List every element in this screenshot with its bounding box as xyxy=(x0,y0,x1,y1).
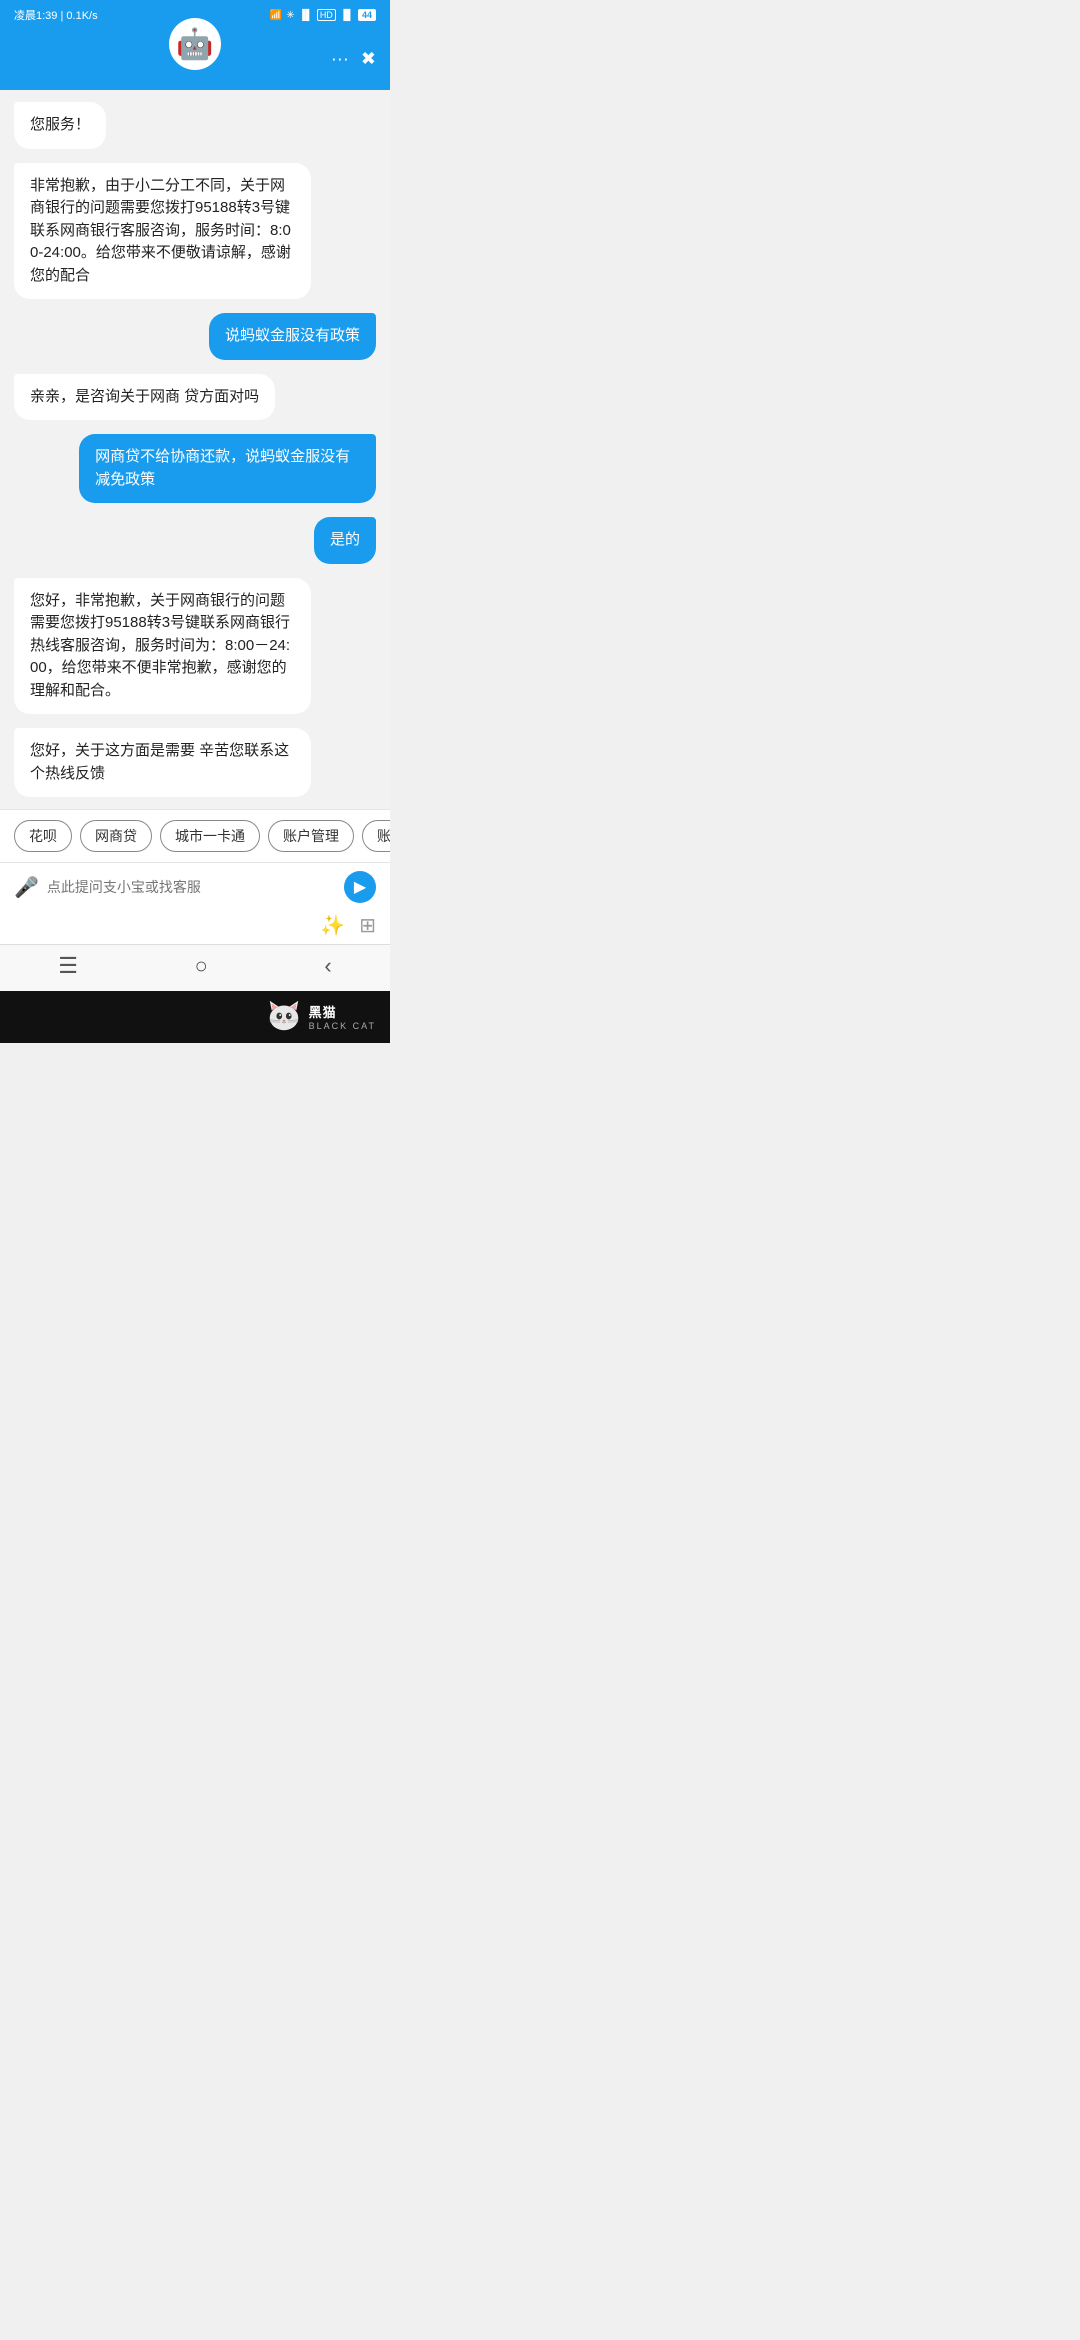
message-row: 您服务！ xyxy=(14,102,376,149)
status-time-speed: 凌晨1:39 | 0.1K/s xyxy=(14,7,98,23)
bluetooth-icon: ✳ xyxy=(286,10,294,21)
battery-level: 44 xyxy=(362,10,372,20)
quick-tags-row: 花呗网商贷城市一卡通账户管理账... xyxy=(0,809,390,862)
wifi-icon: 📶 xyxy=(270,10,282,21)
brand-text-container: 黑猫 BLACK CAT xyxy=(309,1002,376,1031)
chat-header: 🤖 ··· ✖ xyxy=(0,28,390,90)
nav-bar: ☰ ○ ‹ xyxy=(0,944,390,991)
hd-icon: HD xyxy=(317,9,336,21)
more-menu-button[interactable]: ··· xyxy=(331,49,349,70)
message-row: 您好，关于这方面是需要 辛苦您联系这个热线反馈 xyxy=(14,728,376,797)
menu-nav-button[interactable]: ☰ xyxy=(58,953,78,979)
bot-message-bubble: 您好，关于这方面是需要 辛苦您联系这个热线反馈 xyxy=(14,728,311,797)
input-area: 🎤 ▶ xyxy=(0,862,390,909)
quick-tag-5[interactable]: 账... xyxy=(362,820,390,852)
battery-indicator: 44 xyxy=(358,9,376,21)
extra-icons-row: ✨ ⊞ xyxy=(0,909,390,944)
message-row: 您好，非常抱歉，关于网商银行的问题需要您拨打95188转3号键联系网商银行热线客… xyxy=(14,578,376,715)
status-time: 凌晨1:39 xyxy=(14,10,57,22)
quick-tag-2[interactable]: 网商贷 xyxy=(80,820,152,852)
bot-message-bubble: 您服务！ xyxy=(14,102,106,149)
message-row: 亲亲，是咨询关于网商 贷方面对吗 xyxy=(14,374,376,421)
close-chat-button[interactable]: ✖ xyxy=(361,49,376,70)
status-icons: 📶 ✳ ▐▌ HD ▐▌ 44 xyxy=(270,9,376,21)
send-button[interactable]: ▶ xyxy=(344,871,376,903)
bot-message-bubble: 亲亲，是咨询关于网商 贷方面对吗 xyxy=(14,374,275,421)
signal2-icon: ▐▌ xyxy=(340,10,354,21)
black-cat-logo xyxy=(265,997,303,1035)
back-nav-button[interactable]: ‹ xyxy=(324,953,331,979)
home-nav-button[interactable]: ○ xyxy=(195,953,208,979)
chat-input[interactable] xyxy=(47,879,336,895)
send-icon: ▶ xyxy=(354,877,366,897)
bot-message-bubble: 您好，非常抱歉，关于网商银行的问题需要您拨打95188转3号键联系网商银行热线客… xyxy=(14,578,311,715)
quick-tag-4[interactable]: 账户管理 xyxy=(268,820,354,852)
message-row: 非常抱歉，由于小二分工不同，关于网商银行的问题需要您拨打95188转3号键联系网… xyxy=(14,163,376,300)
brand-chinese: 黑猫 xyxy=(309,1002,376,1021)
quick-tag-3[interactable]: 城市一卡通 xyxy=(160,820,260,852)
bot-avatar: 🤖 xyxy=(169,18,221,70)
message-row: 是的 xyxy=(14,517,376,564)
grid-icon[interactable]: ⊞ xyxy=(359,913,376,938)
brand-english: BLACK CAT xyxy=(309,1021,376,1031)
header-actions[interactable]: ··· ✖ xyxy=(331,49,376,70)
signal-icon: ▐▌ xyxy=(299,10,313,21)
robot-icon: 🤖 xyxy=(176,27,213,62)
quick-tag-1[interactable]: 花呗 xyxy=(14,820,72,852)
bot-message-bubble: 非常抱歉，由于小二分工不同，关于网商银行的问题需要您拨打95188转3号键联系网… xyxy=(14,163,311,300)
user-message-bubble: 网商贷不给协商还款，说蚂蚁金服没有减免政策 xyxy=(79,434,376,503)
message-row: 网商贷不给协商还款，说蚂蚁金服没有减免政策 xyxy=(14,434,376,503)
user-message-bubble: 说蚂蚁金服没有政策 xyxy=(209,313,376,360)
chat-area: 您服务！ 非常抱歉，由于小二分工不同，关于网商银行的问题需要您拨打95188转3号… xyxy=(0,90,390,809)
status-speed: 0.1K/s xyxy=(66,10,97,22)
message-row: 说蚂蚁金服没有政策 xyxy=(14,313,376,360)
user-message-bubble: 是的 xyxy=(314,517,376,564)
magic-wand-icon[interactable]: ✨ xyxy=(320,913,345,938)
bottom-brand: 黑猫 BLACK CAT xyxy=(0,991,390,1043)
mic-button[interactable]: 🎤 xyxy=(14,875,39,900)
